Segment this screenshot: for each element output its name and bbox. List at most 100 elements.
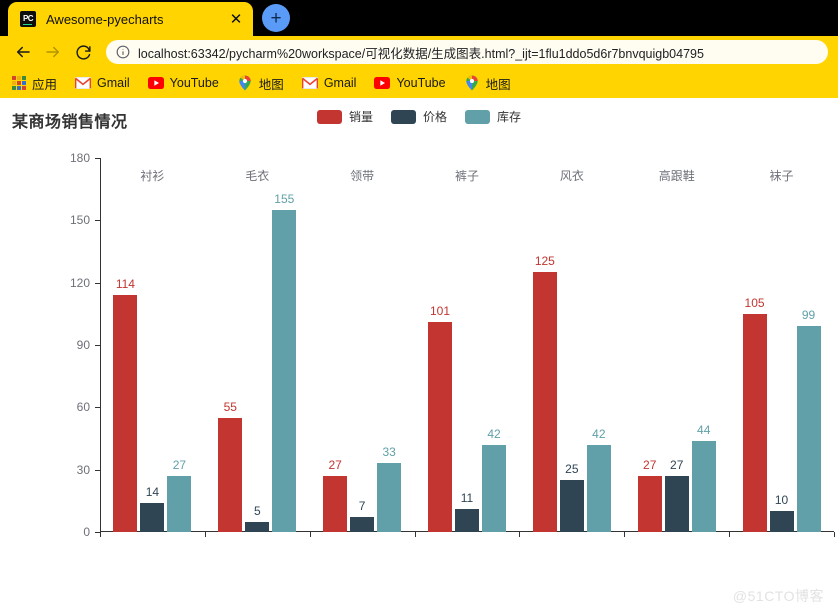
bookmark-label: 应用 <box>32 77 58 92</box>
bar-value-label: 155 <box>274 191 295 206</box>
new-tab-button[interactable]: + <box>262 4 290 32</box>
bookmark-youtube-2[interactable]: YouTube <box>374 75 446 91</box>
bookmark-label: Gmail <box>323 76 357 90</box>
legend-item-2[interactable]: 库存 <box>465 108 521 125</box>
bar-value-label: 99 <box>801 308 816 323</box>
bar-value-label: 14 <box>145 484 160 499</box>
y-axis-tick-mark <box>95 345 100 346</box>
bookmark-maps-2[interactable]: 地图 <box>464 74 511 93</box>
info-circle-icon[interactable] <box>116 45 130 59</box>
bar-value-label: 42 <box>487 426 501 441</box>
tab-strip: PC Awesome-pyecharts ✕ + <box>0 0 838 36</box>
bar-库存-高跟鞋[interactable]: 44 <box>691 423 716 532</box>
bookmark-label: YouTube <box>396 76 446 90</box>
bookmarks-bar: 应用 Gmail YouTube 地图 Gmail YouTube 地图 <box>0 68 838 98</box>
x-axis-tick-label: 高跟鞋 <box>658 169 695 183</box>
bar-value-label: 44 <box>697 422 711 437</box>
bar-销量-高跟鞋[interactable]: 27 <box>637 458 662 532</box>
legend-item-0[interactable]: 销量 <box>316 108 373 125</box>
x-axis-tick-mark <box>729 532 731 537</box>
legend-swatch <box>465 109 490 124</box>
bookmark-youtube-1[interactable]: YouTube <box>147 75 219 91</box>
legend-label: 销量 <box>348 110 373 124</box>
bar-销量-袜子[interactable]: 105 <box>742 296 767 532</box>
x-axis-tick-label: 领带 <box>350 169 375 183</box>
bookmark-gmail-2[interactable]: Gmail <box>301 75 357 91</box>
bar-value-label: 11 <box>460 491 474 506</box>
bar-销量-风衣[interactable]: 125 <box>532 254 557 532</box>
bar-价格-领带[interactable]: 7 <box>350 499 375 532</box>
y-axis-tick-label: 60 <box>76 400 90 415</box>
x-axis-tick-mark <box>624 532 626 537</box>
maps-pin-icon <box>239 75 251 91</box>
bar-value-label: 33 <box>382 445 396 460</box>
gmail-icon <box>75 77 92 89</box>
bar-value-label: 25 <box>565 462 579 477</box>
bar-value-label: 55 <box>223 399 237 414</box>
bar-value-label: 27 <box>172 457 187 472</box>
bar-value-label: 42 <box>592 426 606 441</box>
y-axis-tick-mark <box>95 158 100 159</box>
reload-icon[interactable] <box>70 39 96 65</box>
bookmark-apps[interactable]: 应用 <box>12 74 57 93</box>
bar-价格-毛衣[interactable]: 5 <box>245 504 270 532</box>
bar-价格-衬衫[interactable]: 14 <box>140 485 165 532</box>
bar-value-label: 114 <box>115 277 135 292</box>
bar-库存-领带[interactable]: 33 <box>377 445 402 532</box>
bookmark-maps-1[interactable]: 地图 <box>237 74 284 93</box>
x-axis-tick-label: 毛衣 <box>245 169 270 183</box>
page-content: 某商场销售情况 销量 价格 库存 0 30 60 90 120 150 180 衬衫 114 14 27… <box>0 98 838 612</box>
bookmark-label: 地图 <box>485 77 511 92</box>
bar-销量-裤子[interactable]: 101 <box>428 304 452 532</box>
x-axis-tick-mark <box>204 532 206 537</box>
bar-销量-衬衫[interactable]: 114 <box>113 277 138 532</box>
youtube-icon <box>147 77 164 89</box>
y-axis-tick-label: 90 <box>76 338 90 352</box>
address-bar-url: localhost:63342/pycharm%20workspace/可视化数… <box>138 46 704 61</box>
legend-item-1[interactable]: 价格 <box>390 108 447 125</box>
forward-arrow-icon[interactable] <box>40 39 66 65</box>
y-axis-tick-label: 180 <box>69 151 90 165</box>
bookmark-gmail-1[interactable]: Gmail <box>75 75 130 91</box>
browser-tab[interactable]: PC Awesome-pyecharts ✕ <box>8 2 253 36</box>
bar-销量-毛衣[interactable]: 55 <box>218 400 243 532</box>
bar-库存-风衣[interactable]: 42 <box>586 427 611 532</box>
x-axis-tick-mark <box>834 532 835 537</box>
bar-价格-高跟鞋[interactable]: 27 <box>664 458 689 532</box>
youtube-icon <box>374 77 391 89</box>
watermark: @51CTO博客 <box>732 588 824 604</box>
bar-库存-毛衣[interactable]: 155 <box>272 192 297 532</box>
close-icon[interactable]: ✕ <box>227 10 245 28</box>
back-arrow-icon[interactable] <box>10 39 36 65</box>
bar-value-label: 27 <box>328 457 342 472</box>
gmail-icon <box>301 77 318 89</box>
bar-value-label: 101 <box>429 304 451 319</box>
y-axis-tick-label: 0 <box>83 525 90 539</box>
bar-销量-领带[interactable]: 27 <box>323 458 348 532</box>
bar-库存-衬衫[interactable]: 27 <box>167 458 192 532</box>
y-axis-tick-mark <box>95 220 100 222</box>
x-axis-tick-mark <box>519 532 521 537</box>
address-bar[interactable]: localhost:63342/pycharm%20workspace/可视化数… <box>106 40 828 64</box>
bar-value-label: 105 <box>744 295 765 310</box>
bar-价格-裤子[interactable]: 11 <box>455 491 479 532</box>
bar-库存-裤子[interactable]: 42 <box>482 427 506 532</box>
browser-window: PC Awesome-pyecharts ✕ + localhost:63342… <box>0 0 838 612</box>
y-axis-tick-mark <box>95 407 100 409</box>
bookmark-label: 地图 <box>258 77 284 92</box>
x-axis-tick-label: 袜子 <box>769 169 794 183</box>
bar-价格-风衣[interactable]: 25 <box>559 462 584 532</box>
bar-库存-袜子[interactable]: 99 <box>796 308 821 532</box>
legend-swatch <box>316 109 342 124</box>
maps-pin-icon <box>465 75 478 91</box>
bar-value-label: 7 <box>358 499 366 514</box>
x-axis-tick-mark <box>309 532 311 537</box>
x-axis-tick-mark <box>100 532 101 537</box>
bookmark-label: YouTube <box>169 76 219 90</box>
y-axis-tick-label: 120 <box>69 275 90 290</box>
chart-plot-area: 0 30 60 90 120 150 180 衬衫 114 14 27 毛衣 55 5 155 领带 27 7 33… <box>70 151 835 539</box>
x-axis-tick-label: 衬衫 <box>140 169 165 183</box>
y-axis-tick-mark <box>95 282 100 284</box>
bar-价格-袜子[interactable]: 10 <box>769 493 794 532</box>
apps-grid-icon <box>12 76 26 90</box>
